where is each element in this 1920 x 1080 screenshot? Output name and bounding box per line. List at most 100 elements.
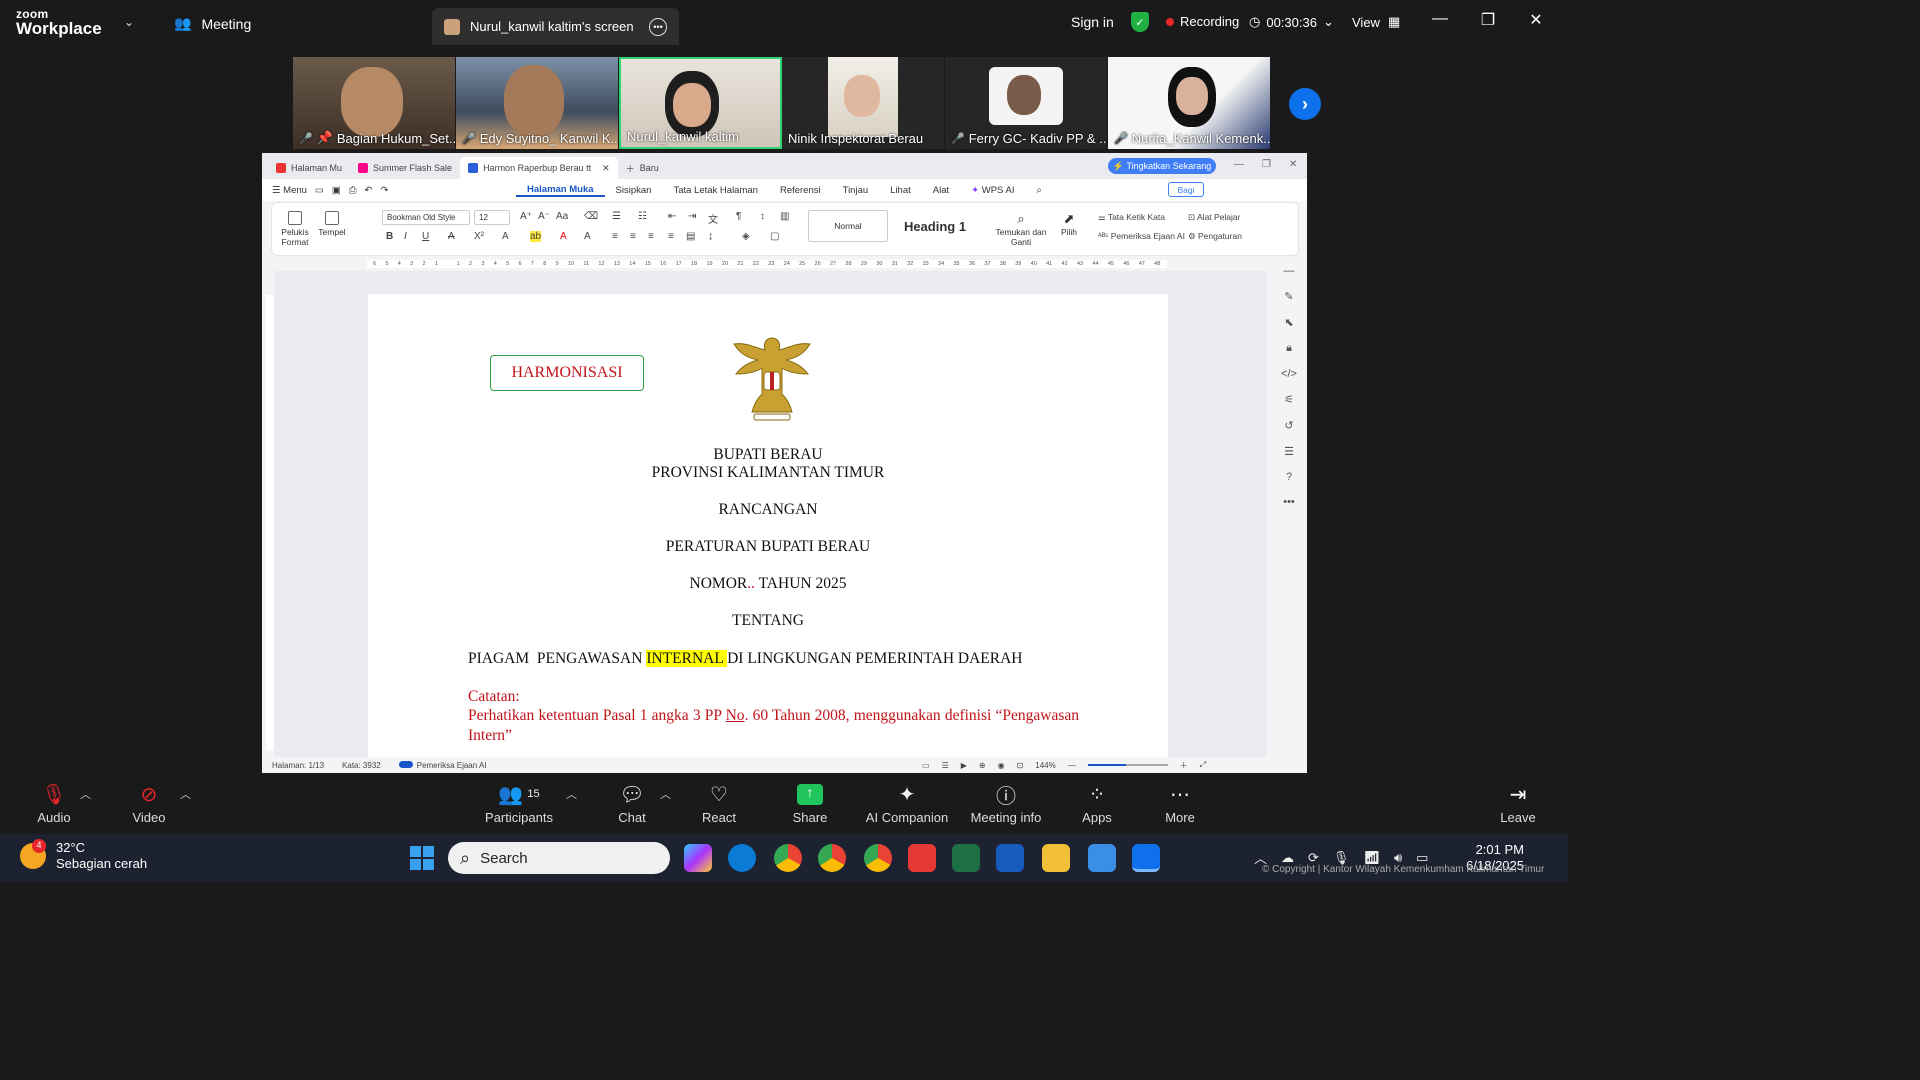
participant-tile-active-speaker[interactable]: Nurul_kanwil kaltim <box>619 57 782 149</box>
word-count[interactable]: Kata: 3932 <box>342 761 381 770</box>
shared-screen-tab[interactable]: Nurul_kanwil kaltim's screen ••• <box>432 8 679 45</box>
minus-icon[interactable]: — <box>1284 265 1295 277</box>
close-icon[interactable]: ✕ <box>602 163 610 174</box>
learning-tool-button[interactable]: ⊡ Alat Pelajar <box>1188 212 1240 223</box>
list-icon[interactable]: ☰ <box>1284 445 1294 458</box>
shading-icon[interactable]: ◈ <box>742 231 750 242</box>
select-button[interactable]: ⬈ Pilih <box>1052 211 1086 237</box>
zoom-in-icon[interactable]: ＋ <box>1180 760 1188 771</box>
ai-spellcheck-button[interactable]: ᴬᴮᶜ Pemeriksa Ejaan AI <box>1098 231 1185 241</box>
open-folder-icon[interactable]: ▭ <box>315 185 324 196</box>
print-icon[interactable]: ⎙ <box>349 185 357 196</box>
justify-icon[interactable]: ≡ <box>668 231 674 242</box>
weather-widget[interactable]: 4 32°C Sebagian cerah <box>20 838 147 871</box>
numbering-icon[interactable]: ☷ <box>638 211 647 222</box>
spellcheck-toggle[interactable]: Pemeriksa Ejaan AI <box>398 760 487 770</box>
menu-button[interactable]: ☰ Menu <box>272 185 307 196</box>
document-page[interactable]: HARMONISASI BUPATI BERAU PROVINSI KALIMA… <box>368 294 1168 757</box>
video-options-caret-icon[interactable]: ︿ <box>180 786 191 802</box>
sliders-icon[interactable]: ⚟ <box>1284 393 1294 406</box>
view-button[interactable]: View ▦ <box>1352 14 1400 30</box>
more-options-icon[interactable]: ••• <box>649 17 667 36</box>
text-effect-icon[interactable]: A <box>502 231 509 242</box>
fullscreen-icon[interactable]: ⤢ <box>1200 760 1206 770</box>
tab-lihat[interactable]: Lihat <box>879 185 922 196</box>
italic-icon[interactable]: I <box>404 231 407 242</box>
web-view-icon[interactable]: ⊕ <box>979 761 986 770</box>
zoom-app-icon[interactable] <box>1132 844 1160 872</box>
tab-summer-flash-sale[interactable]: Summer Flash Sale <box>350 157 460 179</box>
minimize-icon[interactable]: — <box>1430 10 1450 30</box>
search-icon[interactable]: ⌕ <box>1025 185 1052 196</box>
align-left-icon[interactable]: ≡ <box>612 231 618 242</box>
highlight-icon[interactable]: ab <box>530 231 542 242</box>
sort-icon[interactable]: ↕ <box>760 211 765 222</box>
style-normal[interactable]: Normal <box>808 210 888 242</box>
horizontal-ruler[interactable]: 6 5 4 3 2 1 1 2 3 4 5 6 7 8 9 10 11 12 13 14 15 16 17 18 19 20 21 2… <box>367 260 1167 268</box>
zoom-level[interactable]: 144% <box>1035 761 1055 770</box>
strikethrough-icon[interactable]: A <box>448 231 455 242</box>
style-heading-1[interactable]: Heading 1 <box>890 210 980 242</box>
meeting-timer[interactable]: ◷ 00:30:36 ⌄ <box>1249 14 1334 30</box>
save-icon[interactable]: ▣ <box>332 185 341 196</box>
excel-icon[interactable] <box>952 844 980 872</box>
tab-tata-letak[interactable]: Tata Letak Halaman <box>662 185 769 196</box>
read-mode-icon[interactable]: ▶ <box>961 761 967 770</box>
participant-tile[interactable]: 🎤 Ferry GC- Kadiv PP & ... <box>945 57 1108 149</box>
char-shading-icon[interactable]: A <box>584 231 591 242</box>
share-screen-button[interactable]: ↑ Share <box>788 782 832 825</box>
outline-view-icon[interactable]: ☰ <box>942 761 949 770</box>
tab-home[interactable]: Halaman Mu <box>268 157 350 179</box>
paste-button[interactable]: Tempel <box>314 211 350 237</box>
help-icon[interactable]: ? <box>1286 471 1292 483</box>
video-button[interactable]: ⊘ Video <box>128 782 170 826</box>
recording-indicator[interactable]: Recording <box>1166 14 1239 29</box>
photos-icon[interactable] <box>1088 844 1116 872</box>
clear-format-icon[interactable]: ⌫ <box>584 211 598 222</box>
share-doc-button[interactable]: Bagi <box>1168 182 1204 197</box>
paragraph-marks-icon[interactable]: ¶ <box>736 211 741 222</box>
pointer-icon[interactable]: ⬉ <box>1284 316 1293 329</box>
tab-halaman-muka[interactable]: Halaman Muka <box>516 184 605 197</box>
pen-icon[interactable]: ✎ <box>1284 290 1293 303</box>
participants-caret-icon[interactable]: ︿ <box>566 786 577 802</box>
chat-caret-icon[interactable]: ︿ <box>660 786 671 802</box>
audio-options-caret-icon[interactable]: ︿ <box>80 786 91 802</box>
meeting-info-button[interactable]: ⓘ Meeting info <box>966 782 1046 826</box>
chevron-down-icon[interactable]: ⌄ <box>124 15 134 29</box>
shrink-font-icon[interactable]: A⁻ <box>538 211 550 222</box>
close-icon[interactable]: ✕ <box>1289 159 1297 170</box>
zoom-out-icon[interactable]: — <box>1068 761 1076 770</box>
zoom-slider[interactable] <box>1087 764 1168 766</box>
vertical-ruler[interactable] <box>266 295 274 750</box>
tab-document[interactable]: Harmon Raperbup Berau tt ✕ <box>460 157 618 179</box>
format-painter-button[interactable]: Pelukis Format <box>278 211 312 247</box>
grow-font-icon[interactable]: A⁺ <box>520 211 532 222</box>
lock-icon[interactable]: 🔒︎ <box>1286 342 1292 355</box>
code-icon[interactable]: </> <box>1281 368 1297 380</box>
tab-sisipkan[interactable]: Sisipkan <box>605 185 663 196</box>
participants-button[interactable]: 👥 15 Participants <box>484 782 554 826</box>
font-name-select[interactable]: Bookman Old Style <box>382 210 470 225</box>
audio-button[interactable]: 🎙︎ Audio <box>34 782 74 826</box>
redo-icon[interactable]: ↷ <box>380 185 388 196</box>
participant-tile[interactable]: 🎤 📌 Bagian Hukum_Set... <box>293 57 456 149</box>
tab-wps-ai[interactable]: ✦ WPS AI <box>960 185 1025 196</box>
encryption-shield-icon[interactable]: ✓ <box>1131 12 1149 32</box>
next-participants-button[interactable]: › <box>1289 88 1321 120</box>
more-icon[interactable]: ••• <box>1283 496 1295 508</box>
edge-browser-icon[interactable] <box>728 844 756 872</box>
taskbar-search[interactable]: ⌕ Search <box>448 842 670 874</box>
change-case-icon[interactable]: Aa <box>556 211 568 222</box>
distributed-icon[interactable]: ▤ <box>686 231 695 242</box>
sign-in-button[interactable]: Sign in <box>1071 14 1114 30</box>
word-icon[interactable] <box>996 844 1024 872</box>
settings-button[interactable]: ⚙ Pengaturan <box>1188 231 1242 242</box>
minimize-icon[interactable]: — <box>1234 159 1244 170</box>
copilot-icon[interactable] <box>684 844 712 872</box>
asian-layout-icon[interactable]: 文 <box>708 211 718 226</box>
eye-protect-icon[interactable]: ◉ <box>998 761 1005 770</box>
borders-icon[interactable]: ▢ <box>770 231 779 242</box>
font-color-icon[interactable]: A <box>560 231 567 242</box>
more-button[interactable]: ⋯ More <box>1160 782 1200 826</box>
